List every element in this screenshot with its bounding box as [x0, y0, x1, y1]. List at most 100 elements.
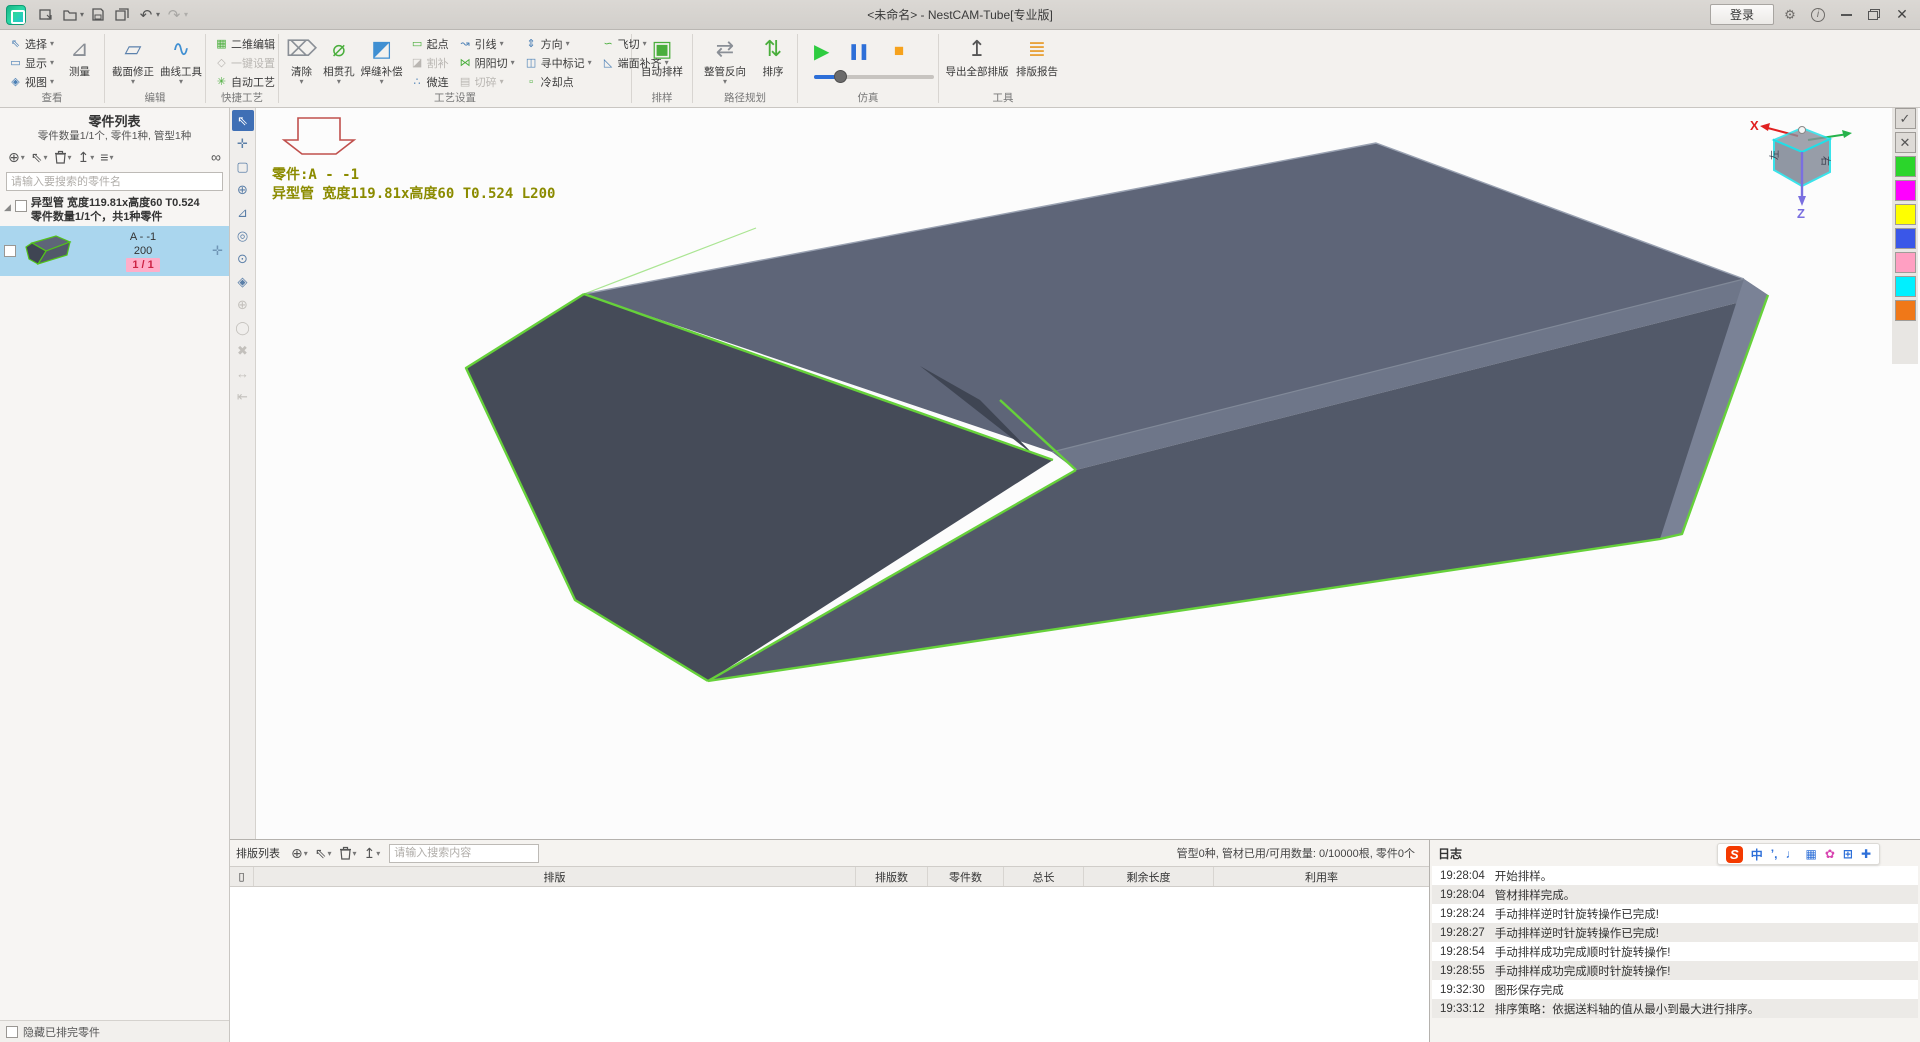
sim-pause-button[interactable]: ▌▌ [851, 44, 871, 59]
minimize-button[interactable] [1834, 4, 1858, 26]
start-point-button[interactable]: ▭起点 [408, 35, 452, 52]
nest-add-button[interactable]: ⊕▾ [289, 844, 310, 863]
ime-keyboard-icon[interactable]: ▦ [1805, 847, 1816, 861]
vp-pan-button[interactable]: ✛ [232, 133, 254, 154]
color-swatch-pink[interactable] [1895, 252, 1916, 273]
part-list-item-selected[interactable]: A - -1 200 1 / 1 ✛ [0, 226, 229, 276]
redo-dropdown[interactable]: ▾ [184, 10, 188, 19]
delete-part-button[interactable]: ▾ [52, 149, 74, 165]
color-swatch-blue[interactable] [1895, 228, 1916, 249]
drag-move-icon[interactable]: ✛ [212, 243, 223, 259]
save-file-icon[interactable] [87, 4, 109, 26]
tube-part-3d[interactable]: X Z 左 右 [256, 108, 1920, 840]
export-all-button[interactable]: ↥ 导出全部排版 [945, 33, 1009, 81]
shred-button[interactable]: ▤切碎▾ [456, 73, 518, 90]
sort-button[interactable]: ⇅ 排序 [755, 33, 791, 81]
select-all-icon[interactable]: ▯ [230, 867, 254, 886]
redo-icon[interactable]: ↷ [163, 4, 185, 26]
clear-button[interactable]: ⌦ 清除▾ [285, 33, 318, 87]
column-layout-count[interactable]: 排版数 [856, 867, 928, 886]
yinyang-cut-button[interactable]: ⋈阴阳切▾ [456, 54, 518, 71]
vp-select-button[interactable]: ⇖ [232, 110, 254, 131]
new-window-icon[interactable] [35, 4, 57, 26]
measure-button[interactable]: ⊿ 测量 [61, 33, 98, 81]
open-file-icon[interactable] [59, 4, 81, 26]
ime-mic-icon[interactable]: ♩ [1785, 847, 1797, 861]
column-remain-length[interactable]: 剩余长度 [1084, 867, 1214, 886]
weld-comp-button[interactable]: ◩ 焊缝补偿▾ [360, 33, 404, 87]
nest-search-input[interactable] [389, 844, 539, 863]
ime-tools-icon[interactable]: ✚ [1861, 847, 1871, 861]
parts-search-input[interactable] [6, 172, 223, 191]
login-button[interactable]: 登录 [1710, 4, 1774, 25]
micro-joint-button[interactable]: ∴微连 [408, 73, 452, 90]
part-checkbox[interactable] [4, 245, 16, 257]
column-part-count[interactable]: 零件数 [928, 867, 1004, 886]
vp-add-disabled-button[interactable]: ⊕ [232, 294, 254, 315]
swatch-cancel-button[interactable]: ✕ [1895, 132, 1916, 153]
center-mark-button[interactable]: ◫寻中标记▾ [522, 54, 595, 71]
nest-delete-button[interactable]: ▾ [337, 845, 359, 861]
reverse-tube-button[interactable]: ⇄ 整管反向▾ [699, 33, 751, 87]
hide-finished-checkbox[interactable] [6, 1026, 18, 1038]
swatch-confirm-button[interactable]: ✓ [1895, 108, 1916, 129]
nest-table-body[interactable] [230, 887, 1429, 1042]
nest-report-button[interactable]: ≣ 排版报告 [1013, 33, 1061, 81]
vp-prev-disabled-button[interactable]: ⇤ [232, 386, 254, 407]
vp-delete-disabled-button[interactable]: ✖ [232, 340, 254, 361]
onekey-setting-button[interactable]: ◇一键设置 [212, 54, 278, 71]
color-swatch-magenta[interactable] [1895, 180, 1916, 201]
vp-magnify-button[interactable]: ⊙ [232, 248, 254, 269]
select-button[interactable]: ⇖选择▾ [6, 35, 57, 52]
settings-gear-icon[interactable]: ⚙ [1778, 4, 1802, 26]
restore-button[interactable] [1862, 4, 1886, 26]
column-layout[interactable]: 排版 [254, 867, 856, 886]
display-button[interactable]: ▭显示▾ [6, 54, 57, 71]
part-group-row[interactable]: ◢ 异型管 宽度119.81x高度60 T0.524 零件数量1/1个，共1种零… [0, 193, 229, 226]
sogou-logo-icon[interactable]: S [1726, 846, 1743, 863]
save-as-icon[interactable] [111, 4, 133, 26]
sim-play-button[interactable]: ▶ [814, 39, 829, 64]
edit-2d-button[interactable]: ▦二维编辑 [212, 35, 278, 52]
sim-stop-button[interactable]: ■ [894, 41, 904, 61]
nest-top-button[interactable]: ↥▾ [362, 844, 383, 863]
color-swatch-cyan[interactable] [1895, 276, 1916, 297]
column-total-length[interactable]: 总长 [1004, 867, 1084, 886]
nest-select-button[interactable]: ⇖▾ [313, 844, 334, 863]
ime-punct-icon[interactable]: ’, [1771, 847, 1778, 861]
direction-button[interactable]: ⇕方向▾ [522, 35, 595, 52]
link-button[interactable]: ∞ [209, 148, 223, 166]
sim-speed-slider[interactable] [814, 75, 934, 79]
viewport-3d[interactable]: ⇖ ✛ ▢ ⊕ ⊿ ◎ ⊙ ◈ ⊕ ◯ ✖ ↔ ⇤ [230, 108, 1920, 840]
sort-parts-button[interactable]: ≡▾ [98, 148, 115, 166]
vp-circle-disabled-button[interactable]: ◯ [232, 317, 254, 338]
auto-nest-button[interactable]: ▣ 自动排样 [638, 33, 686, 81]
ime-skin-icon[interactable]: ✿ [1825, 847, 1835, 861]
color-swatch-yellow[interactable] [1895, 204, 1916, 225]
about-info-icon[interactable]: i [1806, 4, 1830, 26]
curve-tools-button[interactable]: ∿ 曲线工具▾ [159, 33, 203, 87]
select-part-button[interactable]: ⇖▾ [29, 148, 50, 167]
cooling-point-button[interactable]: ▫冷却点 [522, 73, 595, 90]
vp-camera-button[interactable]: ◎ [232, 225, 254, 246]
ime-grid-icon[interactable]: ⊞ [1843, 847, 1853, 861]
vp-measure-button[interactable]: ⊿ [232, 202, 254, 223]
close-button[interactable]: ✕ [1890, 4, 1914, 26]
sim-slider-thumb[interactable] [834, 70, 847, 83]
column-utilization[interactable]: 利用率 [1214, 867, 1429, 886]
color-swatch-green[interactable] [1895, 156, 1916, 177]
auto-process-button[interactable]: ✳自动工艺 [212, 73, 278, 90]
vp-flip-disabled-button[interactable]: ↔ [232, 363, 254, 384]
add-part-button[interactable]: ⊕▾ [6, 148, 27, 167]
intersect-hole-button[interactable]: ⌀ 相贯孔▾ [322, 33, 356, 87]
view-button[interactable]: ◈视图▾ [6, 73, 57, 90]
vp-3dview-button[interactable]: ◈ [232, 271, 254, 292]
cut-patch-button[interactable]: ◪割补 [408, 54, 452, 71]
undo-icon[interactable]: ↶ [135, 4, 157, 26]
ime-lang-icon[interactable]: 中 [1751, 846, 1763, 863]
color-swatch-orange[interactable] [1895, 300, 1916, 321]
undo-dropdown[interactable]: ▾ [156, 10, 160, 19]
group-checkbox[interactable] [15, 200, 27, 212]
vp-zoom-button[interactable]: ⊕ [232, 179, 254, 200]
expander-icon[interactable]: ◢ [4, 202, 11, 213]
